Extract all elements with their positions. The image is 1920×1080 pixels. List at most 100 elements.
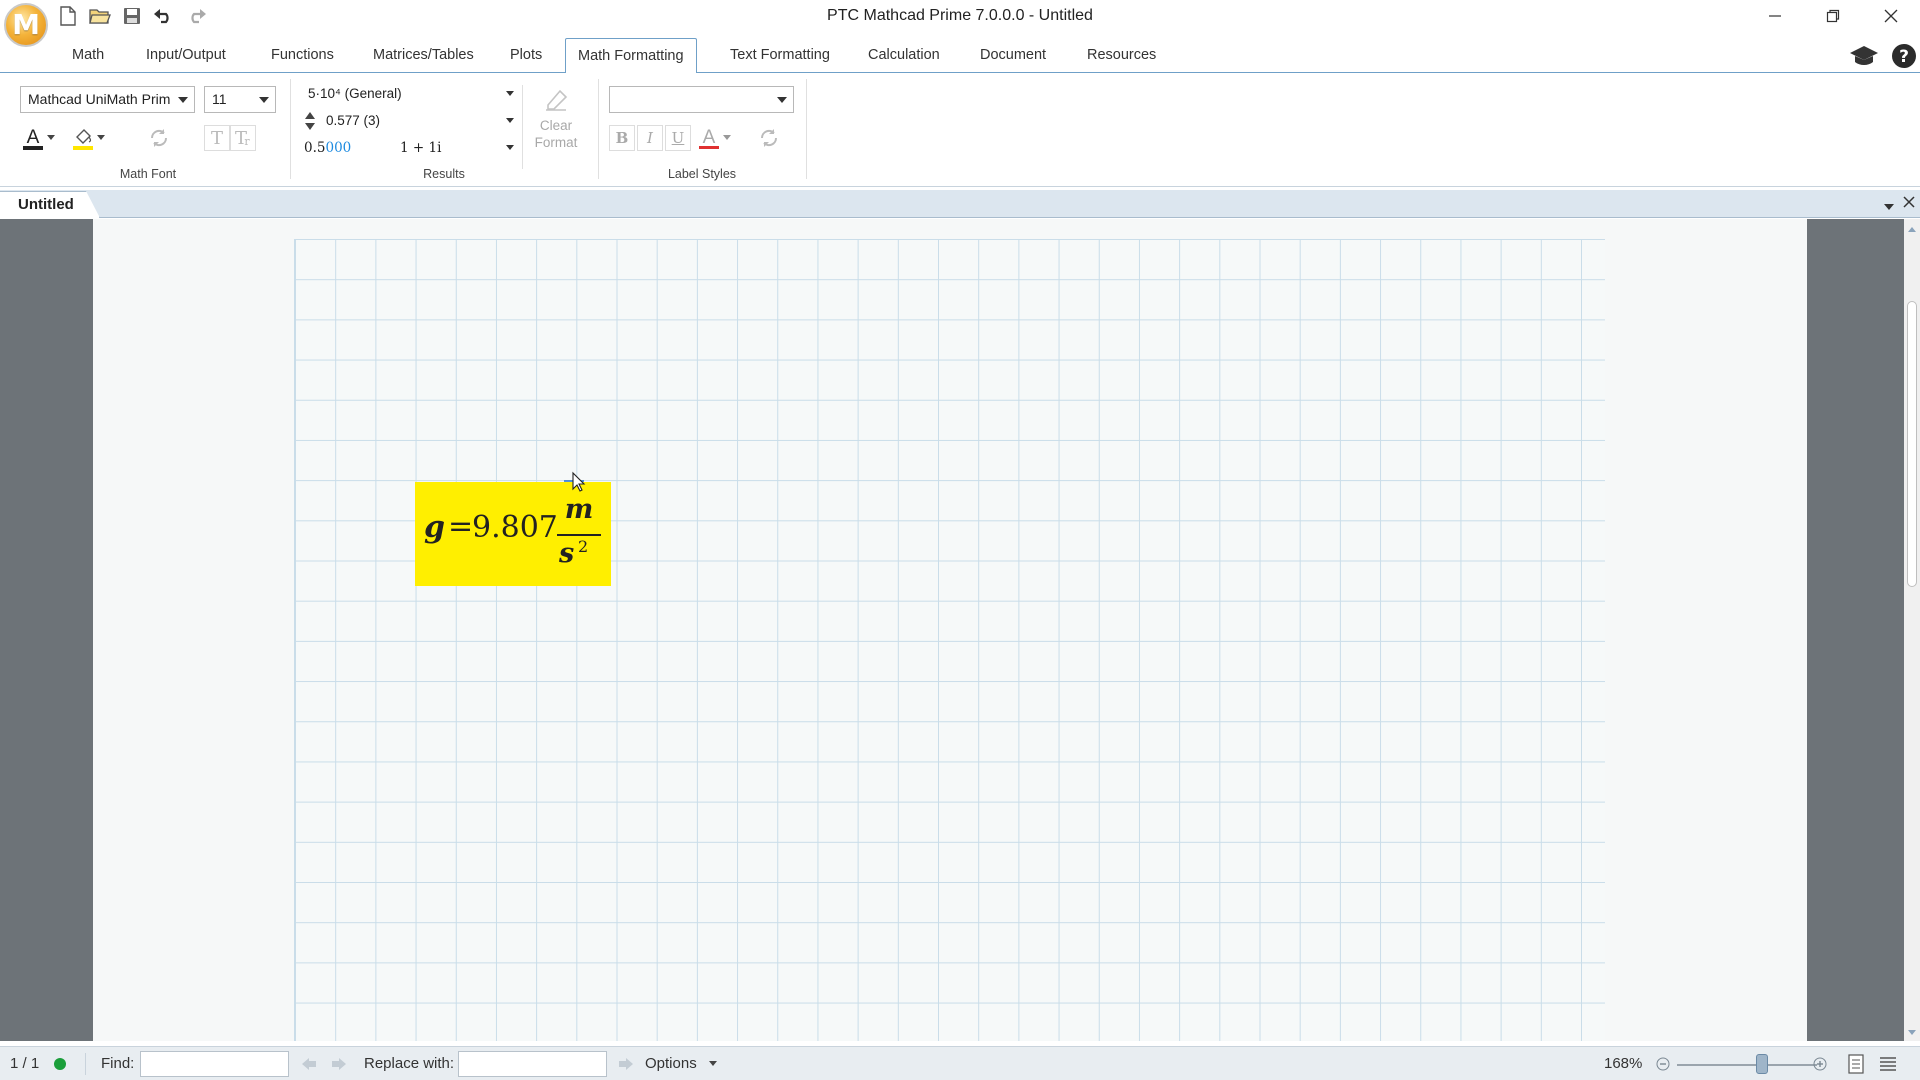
vertical-scrollbar[interactable] (1904, 219, 1920, 1041)
results-group-label: Results (423, 167, 465, 181)
help-button[interactable]: ? (1890, 42, 1918, 70)
replace-label: Replace with: (364, 1055, 455, 1072)
tab-functions[interactable]: Functions (259, 38, 346, 73)
scrollbar-thumb[interactable] (1907, 301, 1917, 587)
math-font-group-label: Math Font (119, 167, 177, 181)
increase-font-button[interactable]: T (204, 125, 230, 151)
highlight-color-dropdown[interactable] (94, 125, 108, 151)
label-styles-group: B I U A Label Styles (604, 77, 800, 183)
close-document-button[interactable] (1902, 195, 1916, 213)
page-view-icon[interactable] (1846, 1054, 1866, 1074)
options-menu[interactable]: Options (645, 1047, 717, 1080)
replace-arrow-icon[interactable] (617, 1056, 635, 1072)
chevron-down-icon (97, 135, 105, 140)
font-name-select[interactable]: Mathcad UniMath Prim (20, 86, 195, 113)
font-color-button[interactable]: A (20, 125, 46, 151)
svg-text:T: T (211, 128, 223, 148)
italic-button[interactable]: I (637, 125, 663, 151)
mathcad-logo[interactable]: M (4, 3, 48, 47)
close-button[interactable] (1862, 0, 1920, 32)
worksheet-area[interactable]: g = 9.807 m s 2 (0, 219, 1904, 1041)
document-tab-untitled[interactable]: Untitled (0, 191, 100, 218)
scroll-down-icon[interactable] (1904, 1027, 1920, 1039)
worksheet-page[interactable] (93, 219, 1807, 1041)
zoom-level: 168% (1604, 1055, 1643, 1072)
bold-button[interactable]: B (609, 125, 635, 151)
tab-document[interactable]: Document (968, 38, 1058, 73)
results-divider (522, 85, 523, 169)
font-size-decrease-icon: Tr (235, 128, 250, 148)
chevron-down-icon (1884, 204, 1894, 210)
label-styles-group-label: Label Styles (667, 167, 737, 181)
trailing-zeros-select[interactable]: 0.5000 1 + 1i (298, 136, 520, 160)
reset-label-style-button[interactable] (756, 125, 782, 151)
font-size-select[interactable]: 11 (204, 86, 276, 113)
chevron-down-icon (506, 91, 514, 96)
tab-input-output[interactable]: Input/Output (134, 38, 238, 73)
zoom-out-icon[interactable] (1656, 1057, 1670, 1071)
replace-input[interactable] (458, 1051, 607, 1077)
fraction-bar (557, 534, 601, 536)
close-icon (1903, 196, 1915, 208)
label-color-button[interactable]: A (696, 125, 722, 151)
tab-resources[interactable]: Resources (1075, 38, 1168, 73)
find-label: Find: (101, 1055, 135, 1072)
highlight-color-button[interactable] (70, 125, 96, 151)
decrease-font-button[interactable]: Tr (230, 125, 256, 151)
restore-button[interactable] (1804, 0, 1862, 32)
group-divider (598, 79, 599, 179)
chevron-down-icon (506, 145, 514, 150)
tab-text-formatting[interactable]: Text Formatting (718, 38, 842, 73)
spinner-arrows-icon[interactable] (304, 110, 316, 132)
chevron-down-icon (723, 135, 731, 140)
zoom-in-icon[interactable] (1813, 1057, 1827, 1071)
find-previous-icon[interactable] (300, 1056, 318, 1072)
chevron-down-icon (777, 97, 787, 103)
status-divider (85, 1053, 86, 1075)
chevron-down-icon (178, 97, 188, 103)
find-next-icon[interactable] (330, 1056, 348, 1072)
font-color-dropdown[interactable] (44, 125, 58, 151)
minimize-button[interactable] (1746, 0, 1804, 32)
underline-button[interactable]: U (665, 125, 691, 151)
clear-format-button[interactable]: Clear Format (528, 87, 584, 167)
document-list-dropdown[interactable] (1884, 198, 1894, 215)
eraser-icon (546, 89, 568, 111)
window-controls (1746, 0, 1920, 32)
decimal-places-select[interactable]: 0.577 (3) (298, 109, 520, 133)
svg-text:?: ? (1899, 47, 1909, 67)
math-font-group: Mathcad UniMath Prim 11 A T Tr Math Font (14, 77, 282, 183)
window-title: PTC Mathcad Prime 7.0.0.0 - Untitled (827, 7, 1093, 24)
worksheet-grid[interactable] (294, 239, 1605, 1041)
draft-view-icon[interactable] (1878, 1054, 1898, 1074)
unit-denominator: s (559, 538, 575, 569)
ribbon-panel: Mathcad UniMath Prim 11 A T Tr Math Font (0, 73, 1920, 187)
learning-button[interactable] (1848, 42, 1880, 70)
page-indicator: 1 / 1 (10, 1055, 40, 1072)
status-bar: 1 / 1 Find: Replace with: Options 168% (0, 1046, 1920, 1080)
equation-variable: g (424, 510, 445, 545)
title-bar: M PTC Mathcad Prime 7.0.0.0 - Untitled (0, 0, 1920, 47)
scroll-up-icon[interactable] (1904, 223, 1920, 235)
find-input[interactable] (140, 1051, 289, 1077)
label-color-dropdown[interactable] (720, 125, 734, 151)
reset-math-font-button[interactable] (146, 125, 172, 151)
result-format-select[interactable]: 5·10⁴ (General) (298, 82, 520, 106)
ribbon-right-tools: ? (1848, 38, 1920, 73)
chevron-down-icon (259, 97, 269, 103)
equation-value: 9.807 (472, 510, 558, 545)
restore-icon (1826, 9, 1840, 23)
math-region-gravity[interactable]: g = 9.807 m s 2 (415, 482, 611, 586)
tab-calculation[interactable]: Calculation (856, 38, 952, 73)
label-style-select[interactable] (609, 86, 794, 113)
tab-math-formatting[interactable]: Math Formatting (565, 38, 697, 74)
tab-math[interactable]: Math (60, 38, 116, 73)
zoom-slider-track[interactable] (1677, 1064, 1817, 1066)
tab-matrices-tables[interactable]: Matrices/Tables (361, 38, 486, 73)
svg-text:A: A (27, 127, 40, 148)
tab-plots[interactable]: Plots (498, 38, 554, 73)
label-color-glyph: A (703, 127, 716, 148)
document-tab-strip: Untitled (0, 190, 1920, 218)
zoom-slider-thumb[interactable] (1756, 1054, 1768, 1074)
calculation-status-icon (54, 1058, 66, 1070)
